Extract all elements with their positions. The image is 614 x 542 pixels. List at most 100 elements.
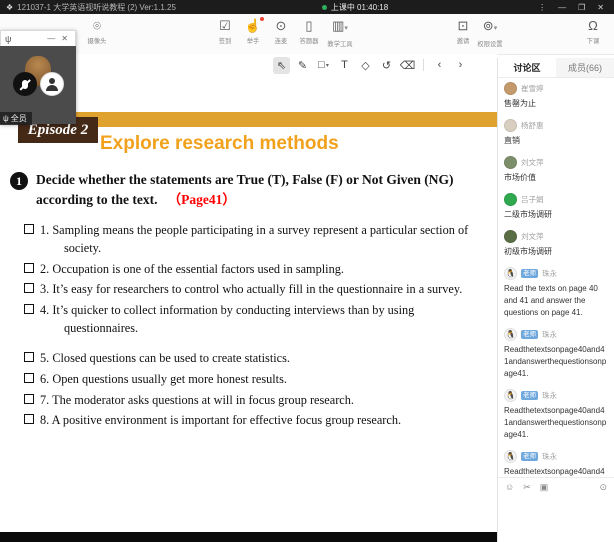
mic-icon: ψ <box>5 34 11 44</box>
text-tool[interactable]: T <box>336 57 353 74</box>
teaching-tools-button[interactable]: ▥▾ 教学工具 <box>318 18 362 49</box>
speaker-icon: ψ <box>3 114 9 123</box>
checkbox-icon[interactable] <box>24 304 34 314</box>
tab-discussion[interactable]: 讨论区 <box>498 58 556 77</box>
checkbox-icon[interactable] <box>24 283 34 293</box>
camera-icon: ⌾ <box>78 18 116 34</box>
slide-header-band <box>56 112 497 127</box>
checkbox-icon[interactable] <box>24 352 34 362</box>
teaching-tools-icon: ▥▾ <box>318 18 362 37</box>
pen-icon: ✎ <box>298 59 307 72</box>
page-reference: （Page41） <box>168 192 236 207</box>
classroom-app-window: ❖ 121037-1 大学英语视听说教程 (2) Ver:1.1.25 上课中 … <box>0 0 614 542</box>
chat-message: 🐧老师珠永 Readthetextsonpage40and41andanswer… <box>504 328 608 380</box>
eraser-tool[interactable]: ◇ <box>357 57 374 74</box>
toolbar-divider <box>423 59 424 71</box>
undo-button[interactable]: ↺ <box>378 57 395 74</box>
teacher-badge: 老师 <box>521 269 538 278</box>
avatar <box>504 82 517 95</box>
member-button[interactable] <box>40 72 64 96</box>
chat-message-list[interactable]: 崔雪婷 售罄为止 杨舒惠 直销 刘文萍 市场价值 吕子娟 二级市场调研 刘文萍 … <box>498 78 614 477</box>
minimize-icon[interactable]: — <box>554 3 570 12</box>
chevron-left-icon: ‹ <box>438 59 442 71</box>
qq-avatar: 🐧 <box>504 267 517 280</box>
chat-message: 杨舒惠 直销 <box>504 119 608 147</box>
end-class-button[interactable]: Ω 下课 <box>574 18 612 46</box>
shape-tool[interactable]: □▾ <box>315 57 332 74</box>
chat-input[interactable] <box>498 496 614 542</box>
qq-avatar: 🐧 <box>504 389 517 402</box>
rectangle-icon: □ <box>318 59 325 71</box>
tab-members[interactable]: 成员(66) <box>556 58 614 77</box>
avatar <box>504 230 517 243</box>
mute-mic-button[interactable] <box>13 72 37 96</box>
select-tool[interactable]: ⇖ <box>273 57 290 74</box>
emoji-icon[interactable]: ☺ <box>505 482 514 492</box>
video-feed: ψ 全员 <box>0 46 76 124</box>
statement-item: 2. Occupation is one of the essential fa… <box>24 261 490 279</box>
menu-icon[interactable]: ⋮ <box>534 3 550 12</box>
teacher-video-window[interactable]: ψ — ✕ ψ 全员 <box>0 30 76 124</box>
maximize-icon[interactable]: ❐ <box>574 3 589 12</box>
checkbox-icon[interactable] <box>24 373 34 383</box>
statement-item: 7. The moderator asks questions at will … <box>24 392 490 410</box>
trash-icon: ⌫ <box>400 59 416 72</box>
permissions-button[interactable]: ⊚▾ 权限设置 <box>468 18 512 49</box>
window-titlebar: ❖ 121037-1 大学英语视听说教程 (2) Ver:1.1.25 上课中 … <box>0 0 614 14</box>
window-title: 121037-1 大学英语视听说教程 (2) Ver:1.1.25 <box>17 2 176 13</box>
avatar <box>504 119 517 132</box>
undo-icon: ↺ <box>382 59 391 72</box>
teacher-badge: 老师 <box>521 452 538 461</box>
eraser-icon: ◇ <box>361 59 369 72</box>
chat-message: 🐧老师珠永 Readthetextsonpage40and41andanswer… <box>504 450 608 477</box>
checkbox-icon[interactable] <box>24 224 34 234</box>
checkbox-icon[interactable] <box>24 263 34 273</box>
slide-canvas: Episode 2 Explore research methods 1 Dec… <box>0 76 497 532</box>
end-class-bell-icon: Ω <box>574 18 612 34</box>
person-icon <box>46 78 58 90</box>
mic-muted-icon <box>22 80 28 89</box>
qq-avatar: 🐧 <box>504 328 517 341</box>
checkbox-icon[interactable] <box>24 414 34 424</box>
minimize-icon[interactable]: — <box>44 34 58 43</box>
teacher-badge: 老师 <box>521 391 538 400</box>
prev-page-button[interactable]: ‹ <box>431 57 448 74</box>
close-icon[interactable]: ✕ <box>593 3 608 12</box>
chat-message: 刘文萍 市场价值 <box>504 156 608 184</box>
statement-item: 6. Open questions usually get more hones… <box>24 371 490 389</box>
permissions-icon: ⊚▾ <box>468 18 512 37</box>
chevron-right-icon: › <box>459 59 463 71</box>
chevron-down-icon: ▾ <box>326 62 329 69</box>
chat-message: 崔雪婷 售罄为止 <box>504 82 608 110</box>
avatar <box>504 156 517 169</box>
qq-avatar: 🐧 <box>504 450 517 463</box>
chat-settings-icon[interactable]: ⊙ <box>599 482 607 493</box>
chevron-down-icon: ▾ <box>494 25 498 32</box>
pen-tool[interactable]: ✎ <box>294 57 311 74</box>
camera-button[interactable]: ⌾ 摄像头 <box>78 18 116 46</box>
app-logo-icon: ❖ <box>6 3 13 12</box>
avatar <box>504 193 517 206</box>
statement-item: 5. Closed questions can be used to creat… <box>24 350 490 368</box>
chevron-down-icon: ▾ <box>344 25 348 32</box>
checkbox-icon[interactable] <box>24 394 34 404</box>
next-page-button[interactable]: › <box>452 57 469 74</box>
clear-button[interactable]: ⌫ <box>399 57 416 74</box>
chat-message: 刘文萍 初级市场调研 <box>504 230 608 258</box>
bottom-black-strip <box>0 532 497 542</box>
screenshot-icon[interactable]: ✂ <box>523 482 531 493</box>
slide-title: Explore research methods <box>100 133 339 155</box>
image-icon[interactable]: ▣ <box>540 482 549 493</box>
statement-item: 1. Sampling means the people participati… <box>24 222 490 258</box>
statement-item: 3. It’s easy for researchers to control … <box>24 281 490 299</box>
audio-scope-badge: ψ 全员 <box>0 112 32 125</box>
teacher-badge: 老师 <box>521 330 538 339</box>
sidebar-tabs: 讨论区 成员(66) <box>498 58 614 78</box>
chat-message: 吕子娟 二级市场调研 <box>504 193 608 221</box>
chat-input-toolbar: ☺ ✂ ▣ ⊙ <box>498 477 614 496</box>
close-icon[interactable]: ✕ <box>58 34 71 43</box>
statement-item: 8. A positive environment is important f… <box>24 412 490 430</box>
task-number-badge: 1 <box>10 172 28 190</box>
class-status-timer: 上课中 01:40:18 <box>331 2 388 13</box>
text-icon: T <box>341 59 348 71</box>
